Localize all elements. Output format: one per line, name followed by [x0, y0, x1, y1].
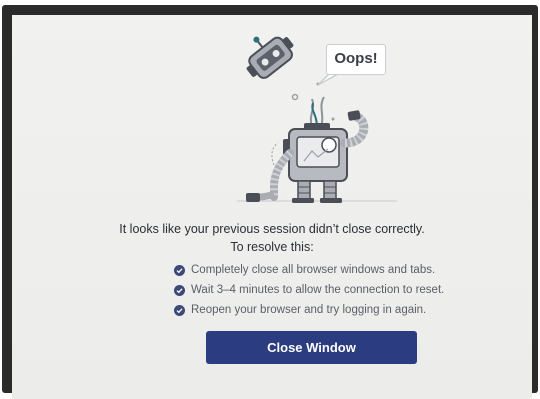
- check-circle-icon: [174, 304, 185, 316]
- error-page: Oops! It looks like your previous sessio…: [12, 15, 532, 399]
- list-item: Completely close all browser windows and…: [174, 260, 444, 280]
- check-circle-icon: [174, 284, 185, 296]
- list-item: Reopen your browser and try logging in a…: [174, 300, 444, 320]
- detached-robot-head-icon: [246, 36, 294, 79]
- check-circle-icon: [174, 264, 185, 276]
- resolve-subheading: To resolve this:: [230, 240, 314, 254]
- monitor-bezel: Oops! It looks like your previous sessio…: [2, 5, 538, 399]
- broken-robot-illustration: [237, 36, 397, 203]
- close-window-button[interactable]: Close Window: [206, 331, 417, 364]
- oops-speech-bubble: Oops!: [326, 44, 386, 75]
- list-item: Wait 3–4 minutes to allow the connection…: [174, 280, 444, 300]
- resolution-steps-list: Completely close all browser windows and…: [174, 260, 444, 320]
- error-heading: It looks like your previous session didn…: [119, 222, 425, 236]
- step-text: Wait 3–4 minutes to allow the connection…: [191, 284, 445, 296]
- step-text: Completely close all browser windows and…: [191, 264, 436, 276]
- step-text: Reopen your browser and try logging in a…: [191, 304, 427, 316]
